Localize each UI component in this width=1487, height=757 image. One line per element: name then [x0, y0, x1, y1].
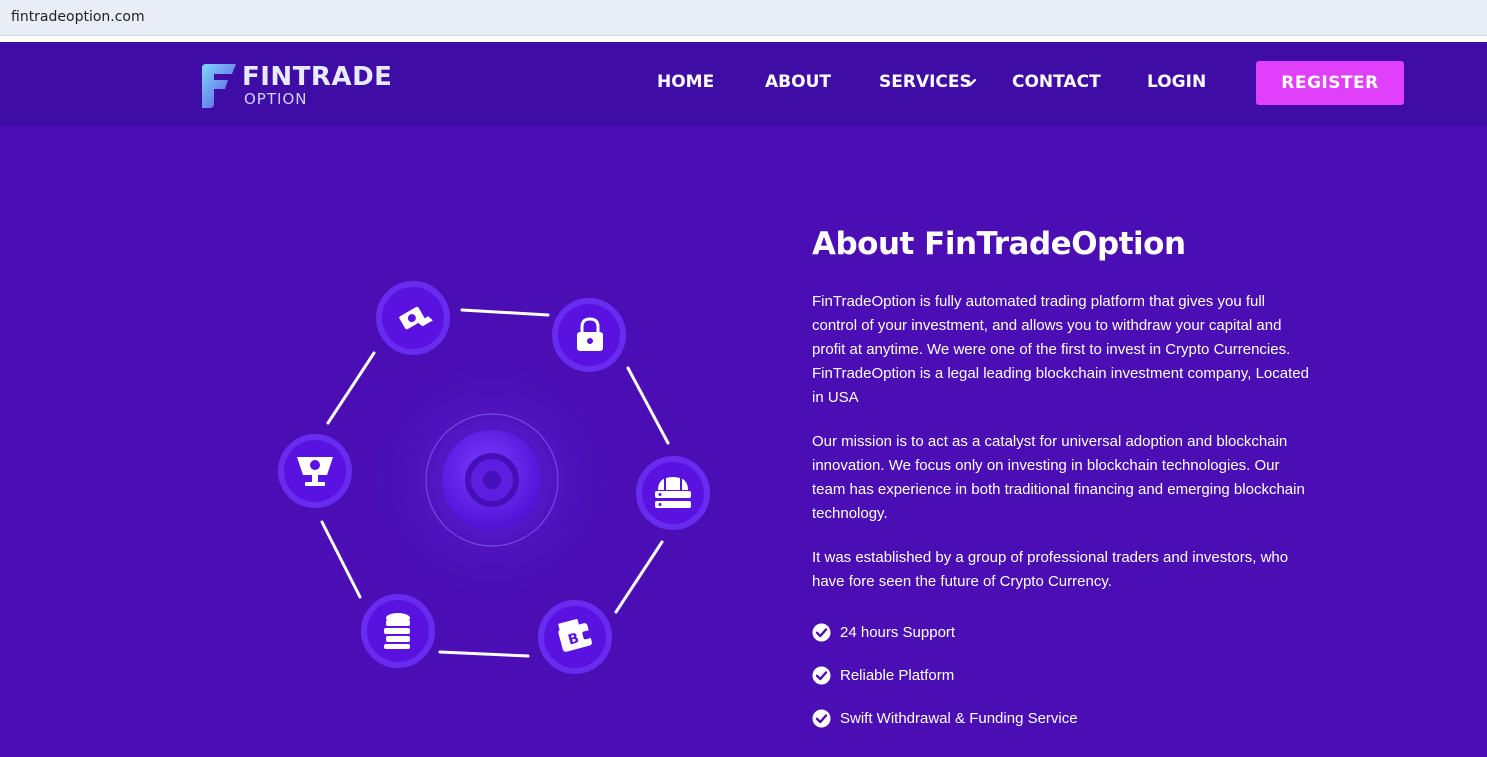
register-button[interactable]: REGISTER: [1256, 61, 1404, 105]
feature-item: 24 hours Support: [812, 620, 1312, 644]
node-trophy: [278, 434, 352, 508]
about-paragraph-1: FinTradeOption is fully automated tradin…: [812, 293, 1309, 406]
feature-label: Reliable Platform: [840, 666, 955, 684]
logo-text-secondary: OPTION: [244, 90, 308, 108]
nav-home[interactable]: HOME: [657, 72, 714, 92]
node-cash: [376, 281, 450, 355]
about-title: About FinTradeOption: [812, 226, 1186, 262]
nav-login[interactable]: LOGIN: [1147, 72, 1206, 92]
node-coins: [361, 594, 435, 668]
blockchain-diagram: B: [278, 281, 710, 674]
check-circle-icon: [812, 709, 831, 727]
check-circle-icon: [812, 623, 831, 641]
about-paragraph-3: It was established by a group of profess…: [812, 549, 1289, 590]
feature-item: Swift Withdrawal & Funding Service: [812, 706, 1312, 730]
logo-text-primary: FINTRADE: [242, 62, 393, 92]
browser-address-bar[interactable]: fintradeoption.com: [0, 0, 1487, 36]
check-circle-icon: [812, 666, 831, 684]
feature-label: Swift Withdrawal & Funding Service: [840, 709, 1078, 727]
node-wallet: B: [538, 600, 612, 674]
about-content: About FinTradeOption FinTradeOption is f…: [812, 226, 1312, 749]
chevron-down-icon[interactable]: [963, 76, 977, 90]
feature-label: 24 hours Support: [840, 623, 956, 641]
logo[interactable]: FINTRADE OPTION: [198, 60, 398, 110]
logo-f-icon: [202, 64, 236, 108]
nav-contact[interactable]: CONTACT: [1012, 72, 1101, 92]
node-lock: [552, 298, 626, 372]
feature-item: Reliable Platform: [812, 663, 1312, 687]
site-header: FINTRADE OPTION HOME ABOUT SERVICES CONT…: [0, 42, 1487, 126]
node-server: [636, 456, 710, 530]
nav-services[interactable]: SERVICES: [879, 72, 972, 92]
about-paragraph-2: Our mission is to act as a catalyst for …: [812, 433, 1305, 522]
url-text: fintradeoption.com: [11, 9, 145, 25]
nav-about[interactable]: ABOUT: [765, 72, 831, 92]
center-core-hole: [483, 471, 501, 489]
